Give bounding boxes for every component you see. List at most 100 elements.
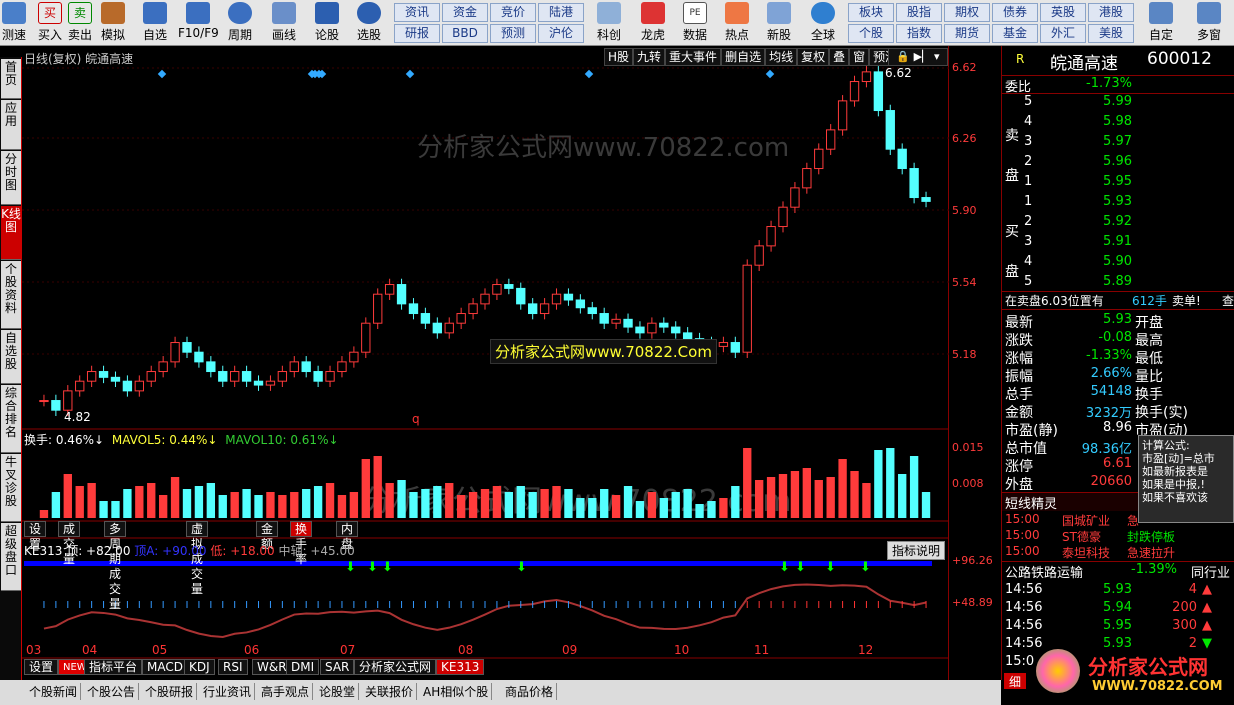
toolbar-item-data[interactable]: PE 数据 — [678, 2, 712, 43]
sidebar-item-watchlist[interactable]: 自选股 — [1, 330, 21, 384]
indicator-tab[interactable]: 设置 — [24, 659, 59, 675]
indicator-tab[interactable]: RSI — [218, 659, 248, 675]
ask-row[interactable]: 1 5.95 — [1002, 174, 1234, 193]
btn-bonds[interactable]: 债券 — [992, 3, 1038, 22]
arrow-up-icon: ▲ — [1202, 582, 1212, 597]
sidebar-item-diagnosis[interactable]: 牛叉诊股 — [1, 454, 21, 522]
btn-options[interactable]: 期权 — [944, 3, 990, 22]
btn-bbd[interactable]: BBD — [442, 24, 488, 43]
btn-hk-connect[interactable]: 陆港 — [538, 3, 584, 22]
news-tab[interactable]: 个股研报 — [142, 683, 198, 700]
btn-hk-stocks[interactable]: 港股 — [1088, 3, 1134, 22]
toolbar-item-global[interactable]: 全球 — [806, 2, 840, 43]
news-tab[interactable]: AH相似个股 — [420, 683, 493, 700]
detail-button[interactable]: 细 — [1004, 673, 1026, 689]
same-industry-button[interactable]: 同行业 — [1191, 562, 1230, 581]
toolbar-item-f10[interactable]: F10/F9 — [178, 2, 219, 40]
toolbar-item-simulate[interactable]: 模拟 — [100, 2, 126, 43]
chart-header-button[interactable]: 删自选 — [721, 48, 766, 66]
btn-forecast[interactable]: 预测 — [490, 24, 536, 43]
bid-row[interactable]: 3 5.91 — [1002, 234, 1234, 253]
btn-us-stocks[interactable]: 美股 — [1088, 24, 1134, 43]
volume-tab[interactable]: 内盘 — [336, 521, 359, 551]
volume-tab[interactable]: 成交量 — [58, 521, 81, 566]
toolbar-item-new-stock[interactable]: 新股 — [762, 2, 796, 43]
toolbar-item-multiwindow[interactable]: 多窗 — [1192, 2, 1226, 43]
sidebar-item-level2[interactable]: 超级盘口 — [1, 523, 21, 591]
news-tab[interactable]: 关联报价 — [362, 683, 418, 700]
btn-shanghai-london[interactable]: 沪伦 — [538, 24, 584, 43]
toolbar-item-speed[interactable]: 测速 — [2, 2, 26, 43]
btn-news[interactable]: 资讯 — [394, 3, 440, 22]
btn-uk-stocks[interactable]: 英股 — [1040, 3, 1086, 22]
ask-row[interactable]: 2 5.96 — [1002, 154, 1234, 173]
sidebar-item-ranking[interactable]: 综合排名 — [1, 385, 21, 453]
news-tab[interactable]: 商品价格 — [502, 683, 558, 700]
bid-row[interactable]: 2 5.92 — [1002, 214, 1234, 233]
chart-header-button[interactable]: H股 — [604, 48, 634, 66]
btn-index[interactable]: 指数 — [896, 24, 942, 43]
volume-tab[interactable]: 设置 — [24, 521, 47, 551]
indicator-explain-button[interactable]: 指标说明 — [887, 541, 946, 560]
btn-forex[interactable]: 外汇 — [1040, 24, 1086, 43]
chart-header-button[interactable]: 九转 — [633, 48, 666, 66]
toolbar-item-watchlist[interactable]: 自选 — [140, 2, 170, 43]
ask-row[interactable]: 3 5.97 — [1002, 134, 1234, 153]
btn-futures[interactable]: 期货 — [944, 24, 990, 43]
ask-row[interactable]: 5 5.99 — [1002, 94, 1234, 113]
indicator-tab[interactable]: DMI — [286, 659, 320, 675]
toolbar-item-buy[interactable]: 买买入 — [38, 2, 62, 43]
sidebar-item-kline[interactable]: K线图 — [1, 206, 21, 260]
news-tab[interactable]: 行业资讯 — [200, 683, 256, 700]
toolbar-item-dragon[interactable]: 龙虎 — [636, 2, 670, 43]
toolbar-item-star-market[interactable]: 科创 — [592, 2, 626, 43]
chart-header-button[interactable]: 叠 — [829, 48, 850, 66]
toolbar-item-sell[interactable]: 卖卖出 — [68, 2, 92, 43]
sidebar-item-intraday[interactable]: 分时图 — [1, 151, 21, 205]
toolbar-item-hot[interactable]: 热点 — [720, 2, 754, 43]
sidebar-item-apps[interactable]: 应用 — [1, 100, 21, 150]
volume-bar — [826, 477, 835, 518]
logo-title: 分析家公式网 — [1088, 655, 1208, 679]
kline-svg[interactable]: 分析家公式网www.70822.com 分析家公式网www.70822.com … — [22, 46, 949, 680]
chart-area[interactable]: 分析家公式网www.70822.com 分析家公式网www.70822.com … — [22, 46, 949, 680]
bid-row[interactable]: 4 5.90 — [1002, 254, 1234, 273]
chart-header-button[interactable]: 复权 — [797, 48, 830, 66]
chart-header-button[interactable]: 均线 — [765, 48, 798, 66]
toolbar-item-period[interactable]: 周期 — [224, 2, 256, 43]
indicator-tab[interactable]: SAR — [320, 659, 355, 675]
news-tab[interactable]: 高手观点 — [258, 683, 314, 700]
ask-query-button[interactable]: 查 — [1222, 292, 1234, 309]
toolbar-item-draw[interactable]: 画线 — [268, 2, 300, 43]
indicator-tab[interactable]: KE313 — [436, 659, 485, 675]
bid-row[interactable]: 1 5.93 — [1002, 194, 1234, 213]
indicator-tab[interactable]: 分析家公式网 — [354, 659, 437, 675]
news-tab[interactable]: 论股堂 — [316, 683, 360, 700]
volume-tab[interactable]: 多周期成交量 — [104, 521, 127, 611]
btn-funds[interactable]: 资金 — [442, 3, 488, 22]
volume-tab[interactable]: 虚拟成交量 — [186, 521, 209, 596]
indicator-tab[interactable]: KDJ — [184, 659, 215, 675]
toolbar-item-custom[interactable]: 自定 — [1146, 2, 1176, 43]
ask-row[interactable]: 4 5.98 — [1002, 114, 1234, 133]
buy-arrow-icon: ⬇ — [367, 560, 378, 575]
chart-header-button[interactable]: 窗 — [849, 48, 870, 66]
volume-tab[interactable]: 金额 — [256, 521, 279, 551]
indicator-tab[interactable]: MACD — [142, 659, 188, 675]
btn-stock-index[interactable]: 股指 — [896, 3, 942, 22]
btn-individual[interactable]: 个股 — [848, 24, 894, 43]
indicator-tab[interactable]: 指标平台 — [84, 659, 143, 675]
toolbar-item-discuss[interactable]: 论股 — [312, 2, 342, 43]
news-tab[interactable]: 个股公告 — [84, 683, 140, 700]
chart-nav-icons[interactable]: 🔒 ▶▏ ▾ — [888, 48, 948, 66]
btn-auction[interactable]: 竞价 — [490, 3, 536, 22]
news-tab[interactable]: 个股新闻 — [26, 683, 82, 700]
volume-tab[interactable]: 换手率 — [290, 521, 313, 566]
btn-sector[interactable]: 板块 — [848, 3, 894, 22]
sidebar-item-home[interactable]: 首页 — [1, 59, 21, 99]
toolbar-item-stockpick[interactable]: 选股 — [354, 2, 384, 43]
chart-header-button[interactable]: 重大事件 — [665, 48, 722, 66]
sidebar-item-stock-info[interactable]: 个股资料 — [1, 261, 21, 329]
btn-funds-market[interactable]: 基金 — [992, 24, 1038, 43]
btn-research[interactable]: 研报 — [394, 24, 440, 43]
